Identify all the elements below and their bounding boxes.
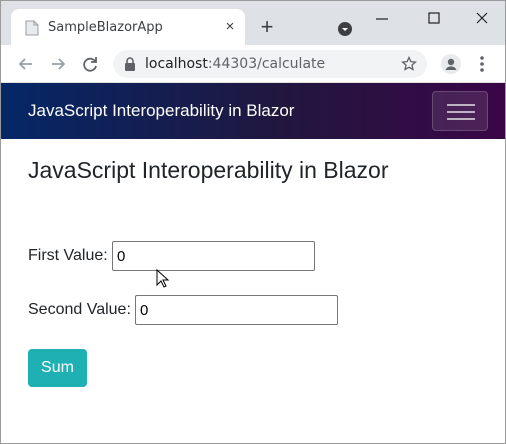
- hamburger-icon: [447, 104, 475, 106]
- second-value-input[interactable]: [135, 295, 338, 325]
- navbar-brand[interactable]: JavaScript Interoperability in Blazor: [28, 101, 294, 121]
- minimize-icon[interactable]: [369, 7, 395, 31]
- url-host: localhost: [145, 56, 208, 72]
- tab-strip: SampleBlazorApp × +: [1, 1, 505, 45]
- browser-toolbar: localhost:44303/calculate: [1, 45, 505, 83]
- url-path: :44303/calculate: [207, 56, 326, 72]
- profile-icon[interactable]: [441, 54, 461, 74]
- reload-icon[interactable]: [80, 54, 100, 74]
- mouse-pointer-icon: [156, 269, 170, 288]
- navbar-toggle-button[interactable]: [432, 91, 488, 131]
- lock-icon[interactable]: [124, 57, 136, 71]
- sum-button[interactable]: Sum: [28, 349, 87, 387]
- page-title: JavaScript Interoperability in Blazor: [28, 157, 389, 183]
- tab-close-icon[interactable]: ×: [221, 18, 239, 36]
- new-tab-icon[interactable]: +: [257, 16, 277, 38]
- second-value-label: Second Value:: [28, 301, 131, 318]
- forward-arrow-icon[interactable]: [48, 54, 68, 74]
- window-close-icon[interactable]: [469, 7, 495, 31]
- first-value-label: First Value:: [28, 247, 108, 264]
- address-bar[interactable]: localhost:44303/calculate: [113, 50, 427, 78]
- first-value-input[interactable]: [112, 241, 315, 271]
- tab-search-icon[interactable]: [337, 21, 353, 37]
- page-icon: [25, 20, 39, 36]
- browser-window: SampleBlazorApp × + localhost:44303/calc…: [0, 0, 506, 444]
- maximize-icon[interactable]: [421, 7, 447, 31]
- bookmark-star-icon[interactable]: [401, 56, 417, 72]
- browser-tab[interactable]: SampleBlazorApp ×: [11, 9, 245, 45]
- kebab-menu-icon[interactable]: [474, 54, 490, 74]
- url-text[interactable]: localhost:44303/calculate: [145, 56, 325, 72]
- tab-title: SampleBlazorApp: [48, 20, 163, 35]
- app-navbar: JavaScript Interoperability in Blazor: [1, 83, 505, 139]
- back-arrow-icon[interactable]: [16, 54, 36, 74]
